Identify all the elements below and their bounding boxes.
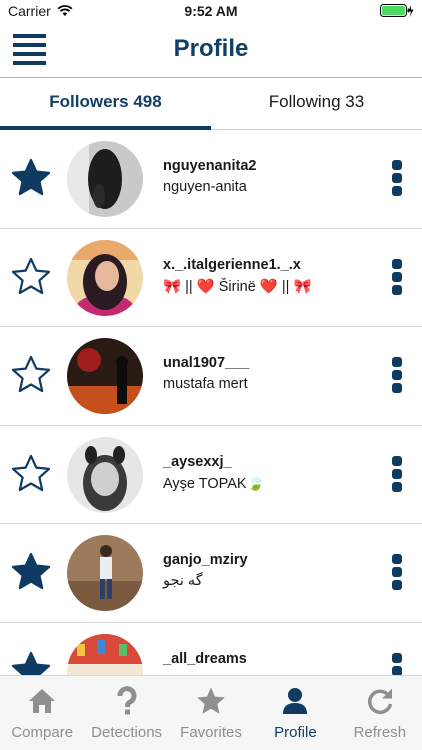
list-item[interactable]: _all_dreams [0, 623, 422, 676]
nav-favorites[interactable]: Favorites [169, 676, 253, 750]
favorite-star-icon[interactable] [11, 552, 51, 592]
username: ganjo_mziry [163, 552, 248, 568]
more-options-icon[interactable] [391, 652, 403, 675]
star-icon [197, 687, 225, 714]
username: _aysexxj_ [163, 453, 232, 470]
avatar [67, 239, 143, 316]
username: _all_dreams [163, 650, 247, 667]
nav-label: Detections [91, 724, 163, 741]
more-options-icon[interactable] [391, 258, 403, 295]
clock: 9:52 AM [184, 3, 238, 19]
bottom-tab-bar: Compare Detections Favorites Profile Ref… [0, 675, 422, 750]
favorite-star-icon[interactable] [11, 454, 51, 494]
avatar [67, 141, 143, 217]
nav-profile[interactable]: Profile [253, 676, 337, 750]
battery-icon [380, 4, 414, 18]
list-item[interactable]: _aysexxj_ Ayşe TOPAK🍃 [0, 426, 422, 524]
full-name: mustafa mert [163, 376, 248, 392]
avatar [67, 633, 143, 675]
favorite-star-icon[interactable] [11, 651, 51, 676]
full-name: nguyen-anita [163, 179, 247, 195]
followers-list: nguyenanita2 nguyen-anita x._.italgerien… [0, 130, 422, 675]
more-options-icon[interactable] [391, 160, 403, 196]
nav-label: Compare [11, 724, 74, 741]
full-name: گه نجو [163, 573, 203, 589]
tab-following[interactable]: Following 33 [211, 78, 422, 129]
tab-followers[interactable]: Followers 498 [0, 78, 211, 130]
nav-label: Profile [274, 724, 317, 741]
home-icon [29, 689, 56, 713]
app-header: Profile [0, 22, 422, 78]
list-item[interactable]: unal1907___ mustafa mert [0, 327, 422, 426]
nav-compare[interactable]: Compare [0, 676, 84, 750]
avatar [67, 338, 143, 414]
favorite-star-icon[interactable] [11, 158, 51, 198]
list-item[interactable]: x._.italgerienne1._.x 🎀 || ❤️ Širinë ❤️ … [0, 229, 422, 327]
tab-bar: Followers 498 Following 33 [0, 78, 422, 130]
favorite-star-icon[interactable] [11, 257, 51, 297]
nav-label: Refresh [353, 724, 407, 741]
person-icon [283, 688, 308, 714]
favorite-star-icon[interactable] [11, 355, 51, 395]
more-options-icon[interactable] [391, 357, 403, 393]
avatar [67, 535, 143, 611]
more-options-icon[interactable] [391, 554, 403, 590]
list-item[interactable]: nguyenanita2 nguyen-anita [0, 130, 422, 229]
username: unal1907___ [163, 355, 250, 371]
username: x._.italgerienne1._.x [163, 256, 301, 273]
list-item[interactable]: ganjo_mziry گه نجو [0, 524, 422, 623]
page-title: Profile [173, 35, 249, 62]
status-bar: Carrier 9:52 AM [0, 0, 422, 22]
full-name: Ayşe TOPAK🍃 [163, 475, 265, 492]
nav-label: Favorites [180, 724, 242, 741]
nav-detections[interactable]: Detections [84, 676, 168, 750]
nav-refresh[interactable]: Refresh [338, 676, 422, 750]
username: nguyenanita2 [163, 158, 257, 174]
avatar [67, 436, 143, 513]
question-icon [117, 686, 137, 715]
refresh-icon [367, 688, 393, 714]
more-options-icon[interactable] [391, 455, 403, 492]
menu-button[interactable] [13, 33, 46, 65]
full-name: 🎀 || ❤️ Širinë ❤️ || 🎀 [163, 278, 312, 295]
